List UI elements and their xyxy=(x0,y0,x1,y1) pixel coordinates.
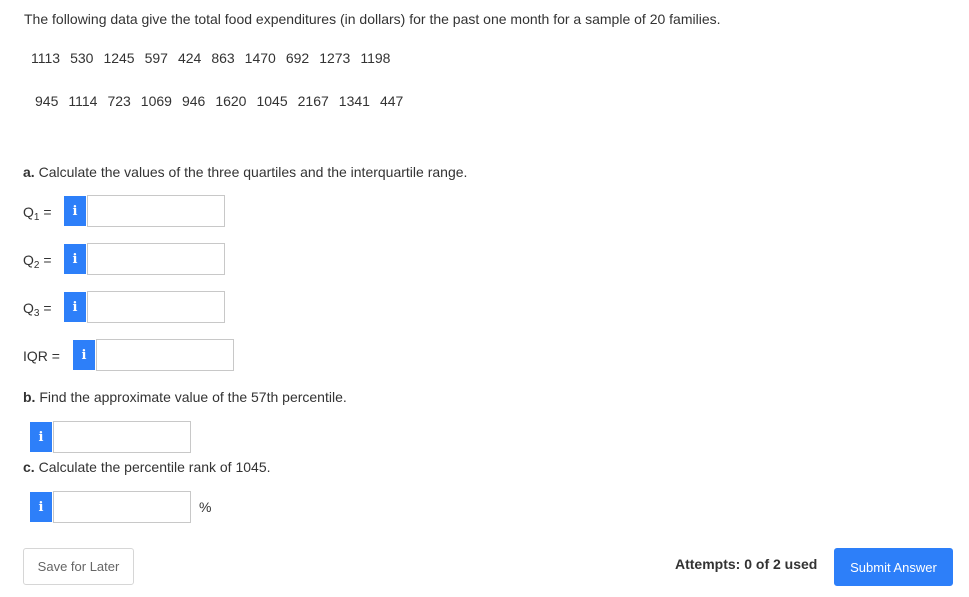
percentile-57-input[interactable] xyxy=(53,421,191,453)
problem-statement: The following data give the total food e… xyxy=(24,11,721,27)
percent-unit: % xyxy=(199,499,212,515)
part-c-text: Calculate the percentile rank of 1045. xyxy=(34,459,271,475)
percentile-info-icon[interactable]: i xyxy=(30,422,52,452)
q2-letter: Q xyxy=(23,252,34,268)
part-c-question: c. Calculate the percentile rank of 1045… xyxy=(23,459,271,475)
save-for-later-button[interactable]: Save for Later xyxy=(23,548,134,585)
data-row-1: 1113 530 1245 597 424 863 1470 692 1273 1198 xyxy=(31,50,400,66)
q2-equals: = xyxy=(39,252,52,268)
percentile-rank-input[interactable] xyxy=(53,491,191,523)
submit-answer-button[interactable]: Submit Answer xyxy=(834,548,953,586)
data-value: 597 xyxy=(144,50,168,66)
q2-input[interactable] xyxy=(87,243,225,275)
data-value: 1245 xyxy=(103,50,135,66)
q2-label: Q2 = xyxy=(23,252,52,271)
q1-letter: Q xyxy=(23,204,34,220)
part-a-question: a. Calculate the values of the three qua… xyxy=(23,164,467,180)
data-value: 863 xyxy=(211,50,235,66)
data-value: 424 xyxy=(177,50,202,66)
q2-info-icon[interactable]: i xyxy=(64,244,86,274)
data-value: 945 xyxy=(35,93,59,109)
q1-equals: = xyxy=(39,204,52,220)
data-value: 1114 xyxy=(68,93,98,109)
iqr-info-icon[interactable]: i xyxy=(73,340,95,370)
data-value: 530 xyxy=(70,50,94,66)
data-value: 1273 xyxy=(319,50,351,66)
data-value: 692 xyxy=(285,50,310,66)
iqr-label: IQR = xyxy=(23,348,60,364)
data-value: 1045 xyxy=(256,93,288,109)
part-b-prefix: b. xyxy=(23,389,36,405)
data-value: 946 xyxy=(181,93,206,109)
q1-input[interactable] xyxy=(87,195,225,227)
part-c-prefix: c. xyxy=(23,459,35,475)
part-b-question: b. Find the approximate value of the 57t… xyxy=(23,389,347,405)
part-b-text: Find the approximate value of the 57th p… xyxy=(35,389,347,405)
q3-equals: = xyxy=(39,300,52,316)
iqr-input[interactable] xyxy=(96,339,234,371)
data-value: 1069 xyxy=(140,93,172,109)
data-value: 1341 xyxy=(338,93,370,109)
part-a-prefix: a. xyxy=(23,164,35,180)
q3-label: Q3 = xyxy=(23,300,52,319)
q1-info-icon[interactable]: i xyxy=(64,196,86,226)
q3-input[interactable] xyxy=(87,291,225,323)
q3-letter: Q xyxy=(23,300,34,316)
data-value: 447 xyxy=(379,93,404,109)
data-value: 1470 xyxy=(244,50,276,66)
q3-info-icon[interactable]: i xyxy=(64,292,86,322)
attempts-counter: Attempts: 0 of 2 used xyxy=(675,556,818,572)
data-value: 1198 xyxy=(360,50,391,66)
percentile-rank-info-icon[interactable]: i xyxy=(30,492,52,522)
data-row-2: 945 1114 723 1069 946 1620 1045 2167 1341 447 xyxy=(35,93,413,109)
data-value: 723 xyxy=(107,93,131,109)
data-value: 2167 xyxy=(297,93,329,109)
data-value: 1113 xyxy=(31,50,61,66)
part-a-text: Calculate the values of the three quarti… xyxy=(34,164,468,180)
data-value: 1620 xyxy=(215,93,247,109)
q1-label: Q1 = xyxy=(23,204,52,223)
